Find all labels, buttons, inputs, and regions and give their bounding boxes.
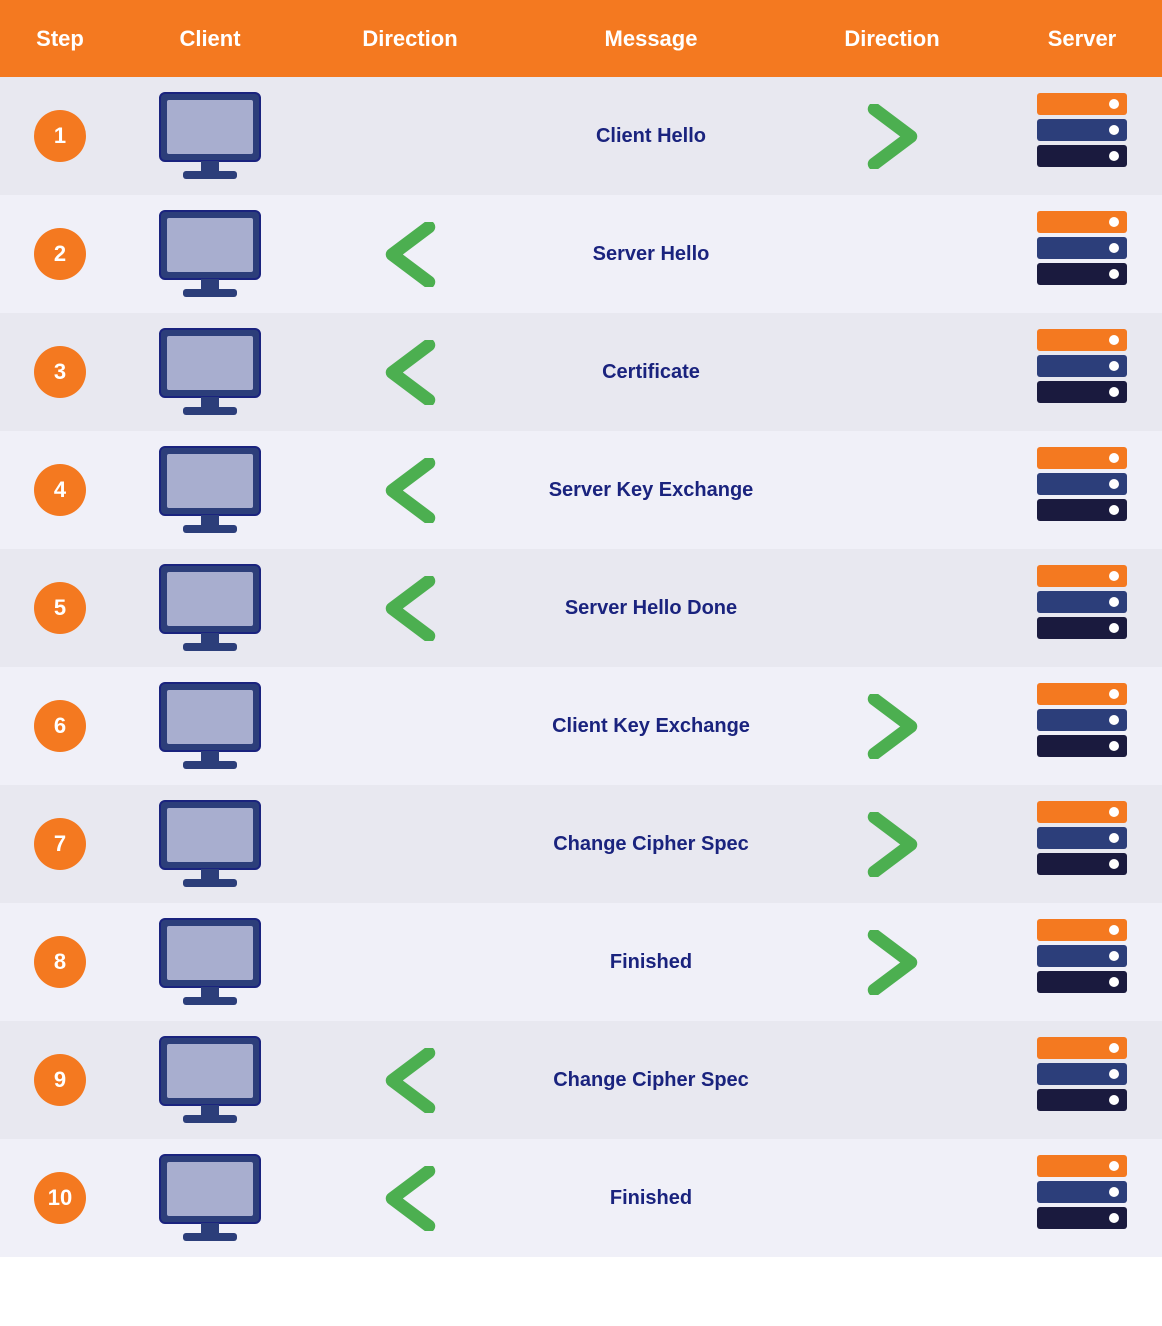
table-row: 2 Server Hello <box>0 195 1162 313</box>
step-cell: 6 <box>0 692 120 760</box>
server-direction-cell <box>782 686 1002 767</box>
tls-handshake-table: Step Client Direction Message Direction … <box>0 0 1162 1257</box>
header-message: Message <box>520 18 782 60</box>
table-row: 3 Certificate <box>0 313 1162 431</box>
server-direction-cell <box>782 246 1002 262</box>
server-cell <box>1002 791 1162 897</box>
table-row: 4 Server Key Exchange <box>0 431 1162 549</box>
server-direction-cell <box>782 922 1002 1003</box>
message-text: Change Cipher Spec <box>553 1069 749 1092</box>
step-badge: 2 <box>34 228 86 280</box>
table-row: 7 Change Cipher Spec <box>0 785 1162 903</box>
server-cell <box>1002 1027 1162 1133</box>
client-direction-cell <box>300 954 520 970</box>
client-cell <box>120 1145 300 1251</box>
step-cell: 3 <box>0 338 120 406</box>
step-badge: 4 <box>34 464 86 516</box>
client-cell <box>120 319 300 425</box>
message-cell: Change Cipher Spec <box>520 1061 782 1100</box>
step-badge: 3 <box>34 346 86 398</box>
server-cell <box>1002 1145 1162 1251</box>
step-badge: 9 <box>34 1054 86 1106</box>
message-text: Client Hello <box>596 125 706 148</box>
header-server: Server <box>1002 18 1162 60</box>
server-cell <box>1002 673 1162 779</box>
step-badge: 8 <box>34 936 86 988</box>
header-step: Step <box>0 18 120 60</box>
server-cell <box>1002 437 1162 543</box>
message-cell: Finished <box>520 943 782 982</box>
message-text: Finished <box>610 951 692 974</box>
table-row: 6 Client Key Exchange <box>0 667 1162 785</box>
server-direction-cell <box>782 1190 1002 1206</box>
server-direction-cell <box>782 804 1002 885</box>
step-badge: 7 <box>34 818 86 870</box>
header-direction-client: Direction <box>300 18 520 60</box>
client-cell <box>120 673 300 779</box>
step-badge: 6 <box>34 700 86 752</box>
server-cell <box>1002 201 1162 307</box>
message-text: Server Key Exchange <box>549 479 754 502</box>
message-cell: Server Hello Done <box>520 589 782 628</box>
server-direction-cell <box>782 364 1002 380</box>
client-cell <box>120 791 300 897</box>
message-cell: Certificate <box>520 353 782 392</box>
message-text: Change Cipher Spec <box>553 833 749 856</box>
server-cell <box>1002 909 1162 1015</box>
client-direction-cell <box>300 128 520 144</box>
step-cell: 10 <box>0 1164 120 1232</box>
table-header: Step Client Direction Message Direction … <box>0 0 1162 77</box>
server-direction-cell <box>782 482 1002 498</box>
message-cell: Change Cipher Spec <box>520 825 782 864</box>
client-direction-cell <box>300 450 520 531</box>
server-direction-cell <box>782 600 1002 616</box>
table-body: 1 Client Hello <box>0 77 1162 1257</box>
step-cell: 8 <box>0 928 120 996</box>
message-cell: Server Key Exchange <box>520 471 782 510</box>
message-text: Client Key Exchange <box>552 715 750 738</box>
message-text: Certificate <box>602 361 700 384</box>
server-cell <box>1002 319 1162 425</box>
client-cell <box>120 437 300 543</box>
client-cell <box>120 1027 300 1133</box>
step-badge: 10 <box>34 1172 86 1224</box>
message-cell: Server Hello <box>520 235 782 274</box>
server-cell <box>1002 83 1162 189</box>
step-badge: 1 <box>34 110 86 162</box>
step-cell: 4 <box>0 456 120 524</box>
server-direction-cell <box>782 1072 1002 1088</box>
client-cell <box>120 201 300 307</box>
message-cell: Client Key Exchange <box>520 707 782 746</box>
client-direction-cell <box>300 214 520 295</box>
message-cell: Finished <box>520 1179 782 1218</box>
table-row: 8 Finished <box>0 903 1162 1021</box>
step-cell: 5 <box>0 574 120 642</box>
header-client: Client <box>120 18 300 60</box>
step-cell: 7 <box>0 810 120 878</box>
header-direction-server: Direction <box>782 18 1002 60</box>
message-text: Server Hello Done <box>565 597 737 620</box>
step-badge: 5 <box>34 582 86 634</box>
client-direction-cell <box>300 836 520 852</box>
table-row: 5 Server Hello Done <box>0 549 1162 667</box>
client-direction-cell <box>300 718 520 734</box>
step-cell: 1 <box>0 102 120 170</box>
message-text: Finished <box>610 1187 692 1210</box>
client-direction-cell <box>300 332 520 413</box>
client-direction-cell <box>300 1158 520 1239</box>
client-cell <box>120 555 300 661</box>
server-cell <box>1002 555 1162 661</box>
step-cell: 2 <box>0 220 120 288</box>
table-row: 9 Change Cipher Spec <box>0 1021 1162 1139</box>
message-cell: Client Hello <box>520 117 782 156</box>
client-direction-cell <box>300 1040 520 1121</box>
step-cell: 9 <box>0 1046 120 1114</box>
server-direction-cell <box>782 96 1002 177</box>
message-text: Server Hello <box>593 243 710 266</box>
client-cell <box>120 83 300 189</box>
client-cell <box>120 909 300 1015</box>
table-row: 10 Finished <box>0 1139 1162 1257</box>
table-row: 1 Client Hello <box>0 77 1162 195</box>
client-direction-cell <box>300 568 520 649</box>
